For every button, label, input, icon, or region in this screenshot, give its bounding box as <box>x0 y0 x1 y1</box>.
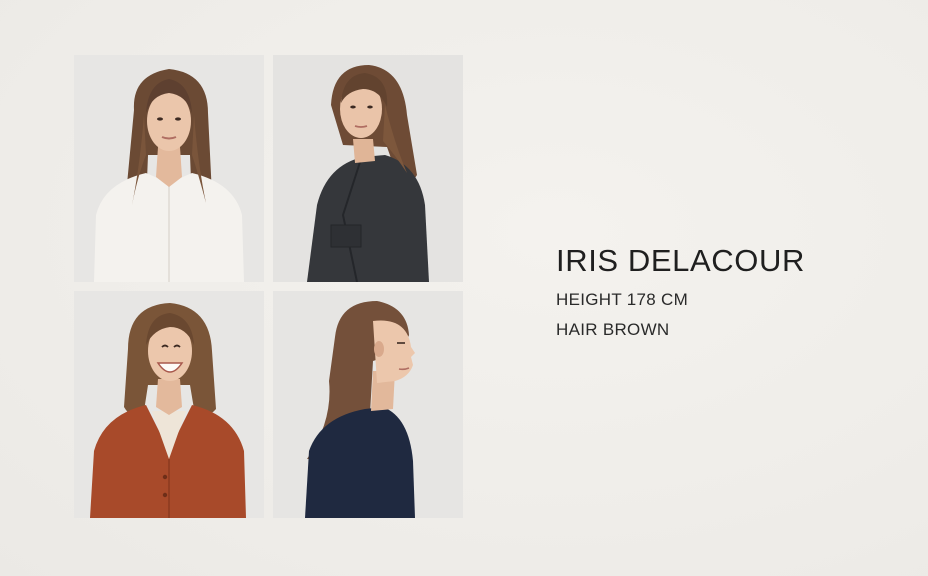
portrait-smiling <box>74 291 264 518</box>
photo-three-quarter-dark-jacket[interactable] <box>273 55 463 282</box>
photo-smiling-rust-cardigan[interactable] <box>74 291 264 518</box>
photo-front-white-blouse[interactable] <box>74 55 264 282</box>
height-stat: HEIGHT 178 CM <box>556 290 689 309</box>
model-name: IRIS DELACOUR <box>556 243 805 278</box>
portrait-profile <box>273 291 463 518</box>
photo-grid <box>74 55 464 518</box>
portrait-front <box>74 55 264 282</box>
photo-profile-navy-sweater[interactable] <box>273 291 463 518</box>
portrait-three-quarter <box>273 55 463 282</box>
hair-stat: HAIR BROWN <box>556 320 670 339</box>
model-info: IRIS DELACOUR HEIGHT 178 CM HAIR BROWN <box>556 242 805 350</box>
comp-card-page: IRIS DELACOUR HEIGHT 178 CM HAIR BROWN <box>0 0 928 576</box>
